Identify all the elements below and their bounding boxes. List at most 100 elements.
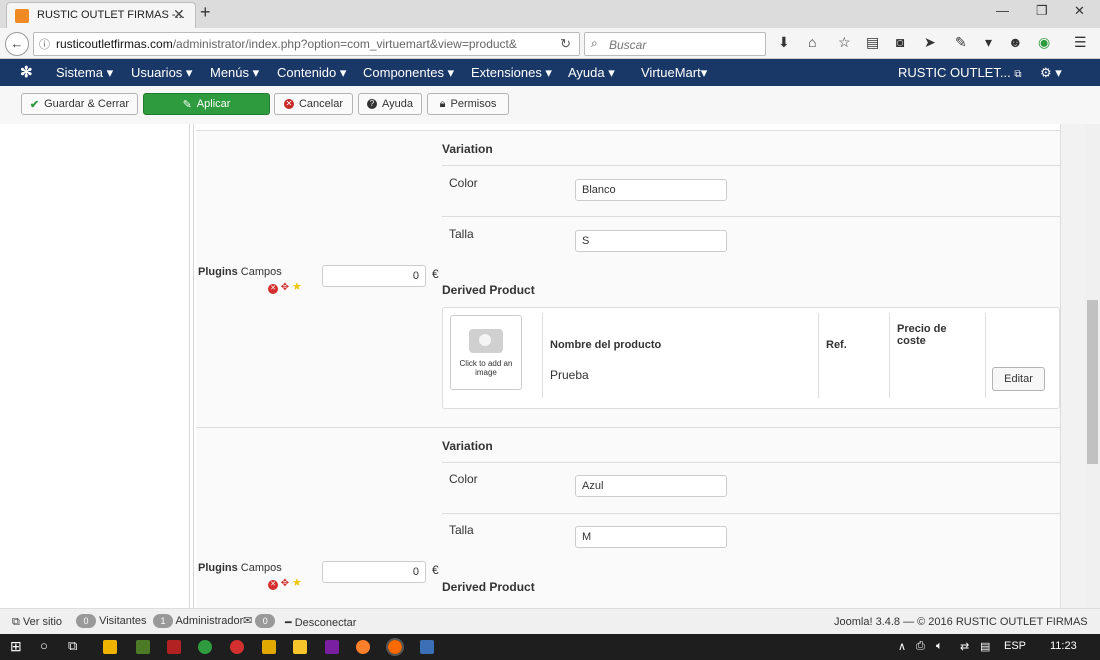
- app-taskbar-icon[interactable]: [325, 640, 339, 654]
- color-field[interactable]: Azul: [575, 475, 727, 497]
- media-taskbar-icon[interactable]: [293, 640, 307, 654]
- network-icon[interactable]: ⎙: [916, 640, 925, 653]
- download-icon[interactable]: ⬇: [778, 34, 790, 51]
- pocket-icon[interactable]: ◙: [896, 34, 904, 50]
- menu-contenido[interactable]: Contenido ▾: [277, 65, 346, 81]
- apply-label: Aplicar: [196, 98, 231, 110]
- help-button[interactable]: ? Ayuda: [358, 93, 422, 115]
- edit-button[interactable]: Editar: [992, 367, 1045, 391]
- minimize-icon[interactable]: —: [996, 3, 1009, 18]
- restore-icon[interactable]: ❐: [1036, 3, 1048, 19]
- add-image-box[interactable]: Click to add an image: [450, 315, 522, 390]
- site-name-link[interactable]: RUSTIC OUTLET... ⧉: [898, 65, 1021, 80]
- plugins-bold: Plugins: [198, 562, 238, 574]
- app2-taskbar-icon[interactable]: [356, 640, 370, 654]
- permissions-button[interactable]: 🔒︎ Permisos: [427, 93, 509, 115]
- folder-taskbar-icon[interactable]: [262, 640, 276, 654]
- lock-icon: 🔒︎: [439, 97, 446, 110]
- column-header-ref: Ref.: [826, 339, 847, 351]
- site-name: RUSTIC OUTLET...: [898, 65, 1011, 80]
- language-indicator[interactable]: ESP: [1004, 640, 1026, 652]
- menu-virtuemart[interactable]: VirtueMart▾: [641, 65, 707, 81]
- joomla-logo-icon[interactable]: ✻: [20, 63, 33, 81]
- back-button[interactable]: ←: [5, 32, 29, 56]
- menu-ayuda[interactable]: Ayuda ▾: [568, 65, 615, 81]
- file-explorer-taskbar-icon[interactable]: [103, 640, 117, 654]
- plugins-bold: Plugins: [198, 266, 238, 278]
- close-tab-icon[interactable]: ✕: [173, 6, 185, 23]
- browser-tab[interactable]: RUSTIC OUTLET FIRMAS -... ✕: [6, 2, 196, 29]
- currency-symbol: €: [432, 563, 439, 577]
- size-label: Talla: [449, 523, 474, 537]
- price-field[interactable]: 0: [322, 265, 426, 287]
- menu-menus[interactable]: Menús ▾: [210, 65, 259, 81]
- notification-icon[interactable]: ▤: [980, 640, 990, 653]
- extension-icon[interactable]: ✎: [955, 34, 967, 51]
- external-link-icon: ⧉: [12, 616, 20, 628]
- app3-taskbar-icon[interactable]: [420, 640, 434, 654]
- messages-status[interactable]: ✉ 0: [243, 614, 276, 628]
- search-input[interactable]: [607, 37, 761, 53]
- size-field[interactable]: M: [575, 526, 727, 548]
- cancel-label: Cancelar: [298, 98, 344, 110]
- price-field[interactable]: 0: [322, 561, 426, 583]
- visitors-badge: 0: [76, 614, 96, 628]
- search-box[interactable]: ⌕: [584, 32, 766, 56]
- menu-sistema[interactable]: Sistema ▾: [56, 65, 113, 81]
- reading-list-icon[interactable]: ▤: [866, 34, 879, 51]
- firefox-taskbar-icon[interactable]: [386, 638, 404, 656]
- move-icon[interactable]: ✥: [281, 578, 289, 589]
- menu-componentes[interactable]: Componentes ▾: [363, 65, 454, 81]
- save-close-button[interactable]: ✔ Guardar & Cerrar: [21, 93, 138, 115]
- tray-chevron-icon[interactable]: ∧: [898, 640, 906, 653]
- apply-button[interactable]: ✎ Aplicar: [143, 93, 270, 115]
- star-icon[interactable]: ★: [292, 281, 302, 293]
- cancel-button[interactable]: ✕ Cancelar: [274, 93, 353, 115]
- edit-icon: ✎: [182, 98, 192, 111]
- extension-dropdown-icon[interactable]: ▾: [985, 34, 992, 51]
- divider: [889, 313, 890, 398]
- close-window-icon[interactable]: ✕: [1074, 3, 1085, 19]
- clock[interactable]: 11:23: [1050, 640, 1077, 652]
- menu-icon[interactable]: ☰: [1074, 34, 1087, 51]
- row-actions: ✕ ✥ ★: [268, 280, 302, 294]
- dreamweaver-taskbar-icon[interactable]: [136, 640, 150, 654]
- grammarly-icon[interactable]: ◉: [1038, 34, 1050, 51]
- star-icon[interactable]: ★: [292, 577, 302, 589]
- logout-link[interactable]: ━ Desconectar: [285, 616, 356, 629]
- send-icon[interactable]: ➤: [924, 34, 936, 51]
- scrollbar-thumb[interactable]: [1087, 300, 1098, 464]
- remove-icon[interactable]: ✕: [268, 284, 278, 294]
- chrome-taskbar-icon[interactable]: [198, 640, 212, 654]
- info-icon[interactable]: ⓘ: [39, 36, 50, 52]
- minus-icon: ━: [285, 617, 292, 629]
- opera-taskbar-icon[interactable]: [230, 640, 244, 654]
- task-view-icon[interactable]: ⧉: [68, 638, 77, 654]
- settings-gear-icon[interactable]: ⚙ ▾: [1040, 65, 1062, 81]
- filezilla-taskbar-icon[interactable]: [167, 640, 181, 654]
- variation-title: Variation: [442, 142, 493, 156]
- url-bar[interactable]: ⓘ rusticoutletfirmas.com/administrator/i…: [33, 32, 580, 56]
- cancel-icon: ✕: [283, 99, 294, 109]
- view-site-link[interactable]: ⧉ Ver sitio: [12, 616, 62, 629]
- menu-usuarios[interactable]: Usuarios ▾: [131, 65, 192, 81]
- move-icon[interactable]: ✥: [281, 282, 289, 293]
- volume-icon[interactable]: 🔈︎: [936, 640, 943, 653]
- chat-icon[interactable]: ☻: [1008, 34, 1023, 50]
- home-icon[interactable]: ⌂: [808, 34, 816, 50]
- mail-icon: ✉: [243, 615, 253, 627]
- sync-icon[interactable]: ⇄: [960, 640, 969, 653]
- size-field[interactable]: S: [575, 230, 727, 252]
- bookmark-star-icon[interactable]: ☆: [838, 34, 851, 51]
- cortana-search-icon[interactable]: ○: [40, 638, 48, 653]
- windows-start-icon[interactable]: ⊞: [10, 638, 22, 655]
- remove-icon[interactable]: ✕: [268, 580, 278, 590]
- new-tab-button[interactable]: +: [200, 2, 211, 23]
- currency-symbol: €: [432, 267, 439, 281]
- admins-badge: 1: [153, 614, 173, 628]
- menu-extensiones[interactable]: Extensiones ▾: [471, 65, 552, 81]
- color-field[interactable]: Blanco: [575, 179, 727, 201]
- reload-icon[interactable]: ↻: [560, 36, 571, 52]
- row-actions: ✕ ✥ ★: [268, 576, 302, 590]
- divider: [818, 313, 819, 398]
